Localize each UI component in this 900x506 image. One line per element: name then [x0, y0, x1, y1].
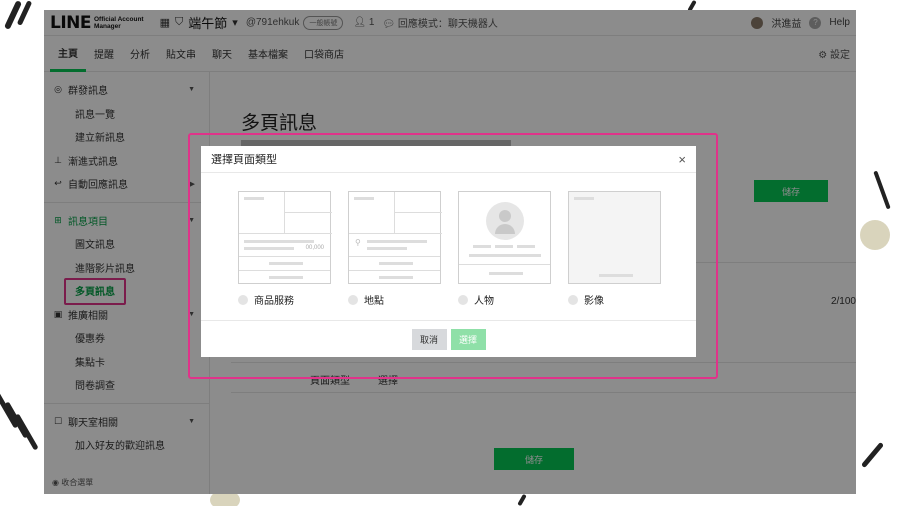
location-template-thumbnail: ⚲ [348, 191, 442, 284]
price-placeholder: 00,000 [305, 245, 324, 251]
select-page-type-dialog: 選擇頁面類型 × 00,000 商品服務 ⚲ 地點 人物 影像 取消 選擇 [201, 146, 696, 357]
page-type-card-product[interactable]: 00,000 商品服務 [238, 191, 332, 307]
product-template-thumbnail: 00,000 [238, 191, 332, 284]
radio-location[interactable] [348, 294, 358, 305]
close-icon[interactable]: × [678, 152, 686, 167]
person-template-thumbnail [458, 191, 551, 284]
option-label-image: 影像 [584, 296, 604, 307]
option-label-product: 商品服務 [254, 296, 294, 307]
radio-person[interactable] [458, 294, 468, 305]
radio-product[interactable] [238, 294, 248, 305]
page-type-options: 00,000 商品服務 ⚲ 地點 人物 影像 [201, 173, 696, 307]
dialog-title: 選擇頁面類型 [211, 154, 277, 166]
person-avatar-icon [486, 202, 524, 240]
image-template-thumbnail [568, 191, 661, 284]
cancel-button[interactable]: 取消 [411, 328, 447, 350]
select-button[interactable]: 選擇 [450, 328, 486, 350]
page-type-card-person[interactable]: 人物 [458, 191, 551, 307]
map-pin-icon: ⚲ [355, 238, 361, 247]
option-label-location: 地點 [364, 296, 384, 307]
page-type-card-image[interactable]: 影像 [568, 191, 661, 307]
page-type-card-location[interactable]: ⚲ 地點 [348, 191, 442, 307]
radio-image[interactable] [568, 294, 578, 305]
option-label-person: 人物 [474, 296, 494, 307]
